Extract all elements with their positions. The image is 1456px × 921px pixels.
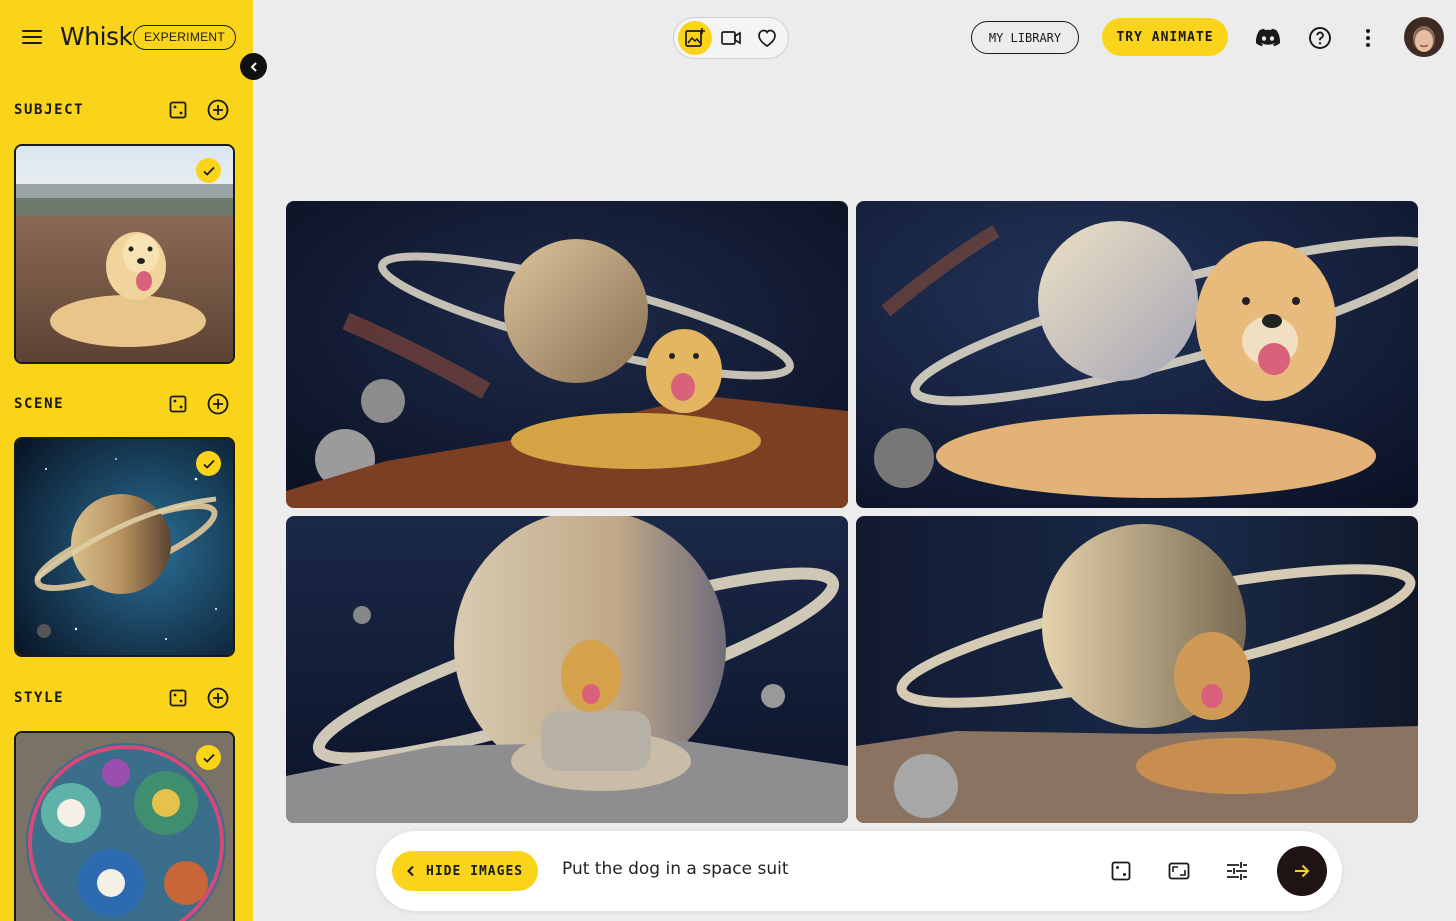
generated-image — [856, 516, 1418, 823]
selected-check-icon — [196, 158, 221, 183]
add-style-icon[interactable] — [205, 685, 231, 711]
video-mode-button[interactable] — [714, 21, 748, 55]
more-vert-icon — [1366, 29, 1370, 47]
menu-icon[interactable] — [20, 26, 44, 48]
section-label-subject: SUBJECT — [14, 102, 85, 118]
subject-card[interactable] — [14, 144, 235, 364]
selected-check-icon — [196, 451, 221, 476]
section-label-scene: SCENE — [14, 396, 65, 412]
generated-image — [856, 201, 1418, 508]
dice-icon[interactable] — [165, 685, 191, 711]
generated-image — [286, 201, 848, 508]
result-image-4[interactable] — [856, 516, 1418, 823]
image-mode-icon — [685, 28, 705, 47]
avatar[interactable] — [1404, 17, 1444, 57]
selected-check-icon — [196, 745, 221, 770]
heart-icon — [758, 29, 776, 47]
try-animate-button[interactable]: TRY ANIMATE — [1102, 18, 1228, 56]
dice-icon[interactable] — [165, 97, 191, 123]
image-mode-button[interactable] — [678, 21, 712, 55]
result-image-3[interactable] — [286, 516, 848, 823]
video-mode-icon — [721, 31, 741, 45]
hide-images-button[interactable]: HIDE IMAGES — [392, 851, 538, 891]
prompt-bar: HIDE IMAGES Put the dog in a space suit — [376, 831, 1342, 911]
tune-icon — [1227, 862, 1247, 880]
randomize-button[interactable] — [1107, 857, 1135, 885]
chevron-left-icon — [250, 61, 257, 72]
settings-button[interactable] — [1223, 857, 1251, 885]
discord-button[interactable] — [1254, 24, 1282, 52]
help-button[interactable] — [1306, 24, 1334, 52]
mode-switch — [673, 17, 789, 59]
discord-icon — [1256, 28, 1281, 47]
collapse-sidebar-button[interactable] — [240, 53, 267, 80]
result-image-2[interactable] — [856, 201, 1418, 508]
scene-card[interactable] — [14, 437, 235, 657]
app-title: Whisk — [60, 22, 133, 51]
section-label-style: STYLE — [14, 690, 65, 706]
help-icon — [1309, 27, 1331, 49]
experiment-badge: EXPERIMENT — [133, 25, 237, 50]
add-subject-icon[interactable] — [205, 97, 231, 123]
generated-image — [286, 516, 848, 823]
hide-images-label: HIDE IMAGES — [426, 863, 524, 879]
result-image-1[interactable] — [286, 201, 848, 508]
arrow-right-icon — [1295, 864, 1310, 878]
aspect-ratio-icon — [1168, 862, 1190, 880]
my-library-button[interactable]: MY LIBRARY — [971, 21, 1079, 54]
avatar-image — [1404, 17, 1444, 57]
sidebar: Whisk EXPERIMENT SUBJECT SCENE STYLE — [0, 0, 253, 921]
favorites-button[interactable] — [750, 21, 784, 55]
prompt-input[interactable]: Put the dog in a space suit — [562, 859, 789, 879]
dice-icon — [1111, 861, 1131, 881]
add-scene-icon[interactable] — [205, 391, 231, 417]
style-card[interactable] — [14, 731, 235, 921]
more-options-button[interactable] — [1354, 24, 1382, 52]
generate-button[interactable] — [1277, 846, 1327, 896]
aspect-ratio-button[interactable] — [1165, 857, 1193, 885]
dice-icon[interactable] — [165, 391, 191, 417]
chevron-left-icon — [407, 865, 414, 877]
